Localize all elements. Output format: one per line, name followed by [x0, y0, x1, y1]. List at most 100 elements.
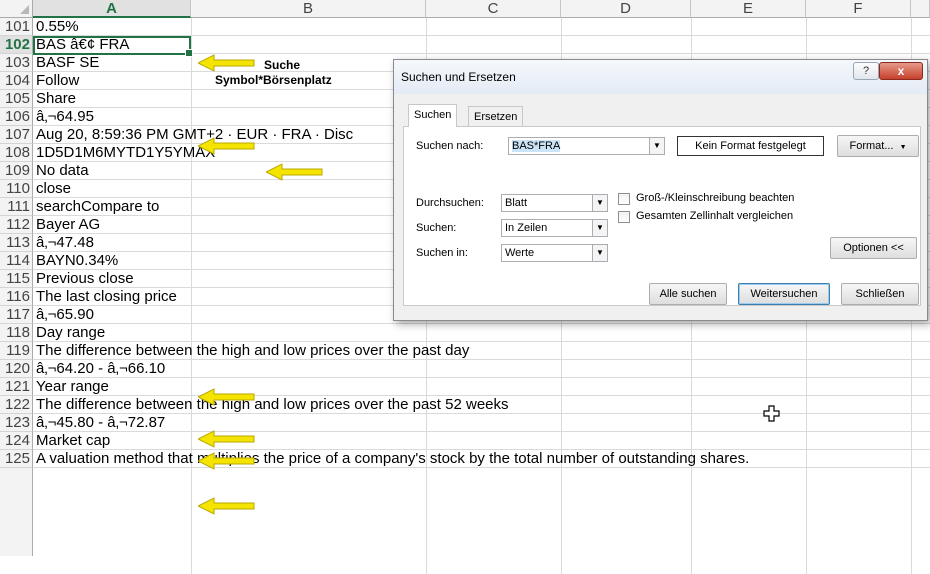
format-button-label: Format... — [849, 140, 894, 152]
cell-a117[interactable]: â‚¬65.90 — [36, 306, 94, 324]
cell-a111[interactable]: searchCompare to — [36, 198, 159, 216]
cell-a108[interactable]: 1D5D1M6MYTD1Y5YMAX — [36, 144, 215, 162]
cell-a122[interactable]: The difference between the high and low … — [36, 396, 509, 414]
dialog-title: Suchen und Ersetzen — [401, 70, 516, 84]
row-header[interactable]: 122 — [0, 396, 33, 414]
cell-a112[interactable]: Bayer AG — [36, 216, 100, 234]
column-header-g[interactable] — [911, 0, 930, 18]
row-header[interactable]: 116 — [0, 288, 33, 306]
match-case-label[interactable]: Groß-/Kleinschreibung beachten — [636, 192, 794, 204]
cell-a104[interactable]: Follow — [36, 72, 79, 90]
within-select[interactable]: Blatt ▼ — [501, 194, 608, 212]
row-header[interactable]: 101 — [0, 18, 33, 36]
row-header[interactable]: 120 — [0, 360, 33, 378]
within-value: Blatt — [505, 197, 528, 209]
cell-a110[interactable]: close — [36, 180, 71, 198]
search-order-value: In Zeilen — [505, 222, 548, 234]
cell-a120[interactable]: â‚¬64.20 - â‚¬66.10 — [36, 360, 165, 378]
row-header-selected[interactable]: 102 — [0, 36, 33, 54]
select-all-triangle-icon — [20, 5, 29, 14]
arrow-left-icon — [266, 163, 323, 181]
chevron-down-icon[interactable]: ▼ — [592, 220, 607, 236]
column-header-b[interactable]: B — [191, 0, 426, 18]
cell-a103[interactable]: BASF SE — [36, 54, 99, 72]
row-header[interactable]: 106 — [0, 108, 33, 126]
row-header[interactable]: 111 — [0, 198, 33, 216]
tab-ersetzen[interactable]: Ersetzen — [468, 106, 524, 128]
cell-a121[interactable]: Year range — [36, 378, 109, 396]
arrow-left-icon — [198, 54, 255, 72]
column-header-c[interactable]: C — [426, 0, 561, 18]
chevron-down-icon[interactable]: ▼ — [592, 195, 607, 211]
annotation-line-2: Symbol*Börsenplatz — [215, 73, 332, 87]
find-what-value[interactable]: BAS*FRA — [512, 140, 561, 152]
cell-a106[interactable]: â‚¬64.95 — [36, 108, 94, 126]
row-header[interactable]: 113 — [0, 234, 33, 252]
column-header-a[interactable]: A — [33, 0, 191, 18]
gridline — [33, 377, 930, 378]
close-button[interactable]: Schließen — [841, 283, 919, 305]
cell-a118[interactable]: Day range — [36, 324, 105, 342]
cell-a119[interactable]: The difference between the high and low … — [36, 342, 469, 360]
row-header[interactable]: 107 — [0, 126, 33, 144]
chevron-down-icon[interactable]: ▼ — [592, 245, 607, 261]
row-header[interactable]: 118 — [0, 324, 33, 342]
row-header[interactable]: 109 — [0, 162, 33, 180]
cell-a101[interactable]: 0.55% — [36, 18, 79, 36]
row-header[interactable]: 115 — [0, 270, 33, 288]
cell-a109[interactable]: No data — [36, 162, 89, 180]
cell-a105[interactable]: Share — [36, 90, 76, 108]
look-in-select[interactable]: Werte ▼ — [501, 244, 608, 262]
column-header-e[interactable]: E — [691, 0, 806, 18]
find-what-combobox[interactable]: BAS*FRA ▼ — [508, 137, 665, 155]
chevron-down-icon[interactable]: ▼ — [649, 138, 664, 154]
row-header[interactable]: 103 — [0, 54, 33, 72]
find-next-button[interactable]: Weitersuchen — [738, 283, 830, 305]
cell-a113[interactable]: â‚¬47.48 — [36, 234, 94, 252]
cell-a114[interactable]: BAYN0.34% — [36, 252, 118, 270]
row-header[interactable]: 125 — [0, 450, 33, 468]
find-all-button[interactable]: Alle suchen — [649, 283, 727, 305]
row-header[interactable]: 114 — [0, 252, 33, 270]
row-header[interactable]: 110 — [0, 180, 33, 198]
select-all-corner[interactable] — [0, 0, 33, 18]
within-label: Durchsuchen: — [416, 197, 484, 209]
search-order-select[interactable]: In Zeilen ▼ — [501, 219, 608, 237]
row-header[interactable]: 124 — [0, 432, 33, 450]
cell-cursor-icon — [763, 405, 780, 422]
cell-a124[interactable]: Market cap — [36, 432, 110, 450]
row-header[interactable]: 123 — [0, 414, 33, 432]
row-header[interactable]: 119 — [0, 342, 33, 360]
row-header[interactable]: 121 — [0, 378, 33, 396]
find-replace-dialog[interactable]: Suchen und Ersetzen ? x Suchen Ersetzen … — [393, 59, 928, 321]
match-case-checkbox[interactable] — [618, 193, 630, 205]
arrow-left-icon — [198, 388, 255, 406]
close-window-button[interactable]: x — [879, 62, 923, 80]
chevron-down-icon: ▼ — [899, 144, 907, 151]
column-header-d[interactable]: D — [561, 0, 691, 18]
match-entire-label[interactable]: Gesamten Zellinhalt vergleichen — [636, 210, 793, 222]
row-header[interactable]: 104 — [0, 72, 33, 90]
arrow-left-icon — [198, 452, 255, 470]
tab-suchen[interactable]: Suchen — [408, 104, 458, 127]
column-header-f[interactable]: F — [806, 0, 911, 18]
row-header[interactable]: 112 — [0, 216, 33, 234]
format-button[interactable]: Format... ▼ — [837, 135, 919, 157]
cell-a123[interactable]: â‚¬45.80 - â‚¬72.87 — [36, 414, 165, 432]
row-header[interactable]: 105 — [0, 90, 33, 108]
gridline — [33, 323, 930, 324]
fill-handle[interactable] — [185, 49, 193, 57]
help-button[interactable]: ? — [853, 62, 879, 80]
row-header[interactable]: 117 — [0, 306, 33, 324]
dialog-titlebar[interactable]: Suchen und Ersetzen ? x — [394, 60, 927, 94]
cell-a125[interactable]: A valuation method that multiplies the p… — [36, 450, 749, 468]
row-header[interactable]: 108 — [0, 144, 33, 162]
active-cell-selection[interactable] — [33, 36, 193, 57]
arrow-left-icon — [198, 137, 255, 155]
cell-a116[interactable]: The last closing price — [36, 288, 177, 306]
cell-a107[interactable]: Aug 20, 8:59:36 PM GMT+2 · EUR · FRA · D… — [36, 126, 353, 144]
row-header-strip — [0, 468, 33, 556]
options-button[interactable]: Optionen << — [830, 237, 917, 259]
match-entire-checkbox[interactable] — [618, 211, 630, 223]
cell-a115[interactable]: Previous close — [36, 270, 134, 288]
